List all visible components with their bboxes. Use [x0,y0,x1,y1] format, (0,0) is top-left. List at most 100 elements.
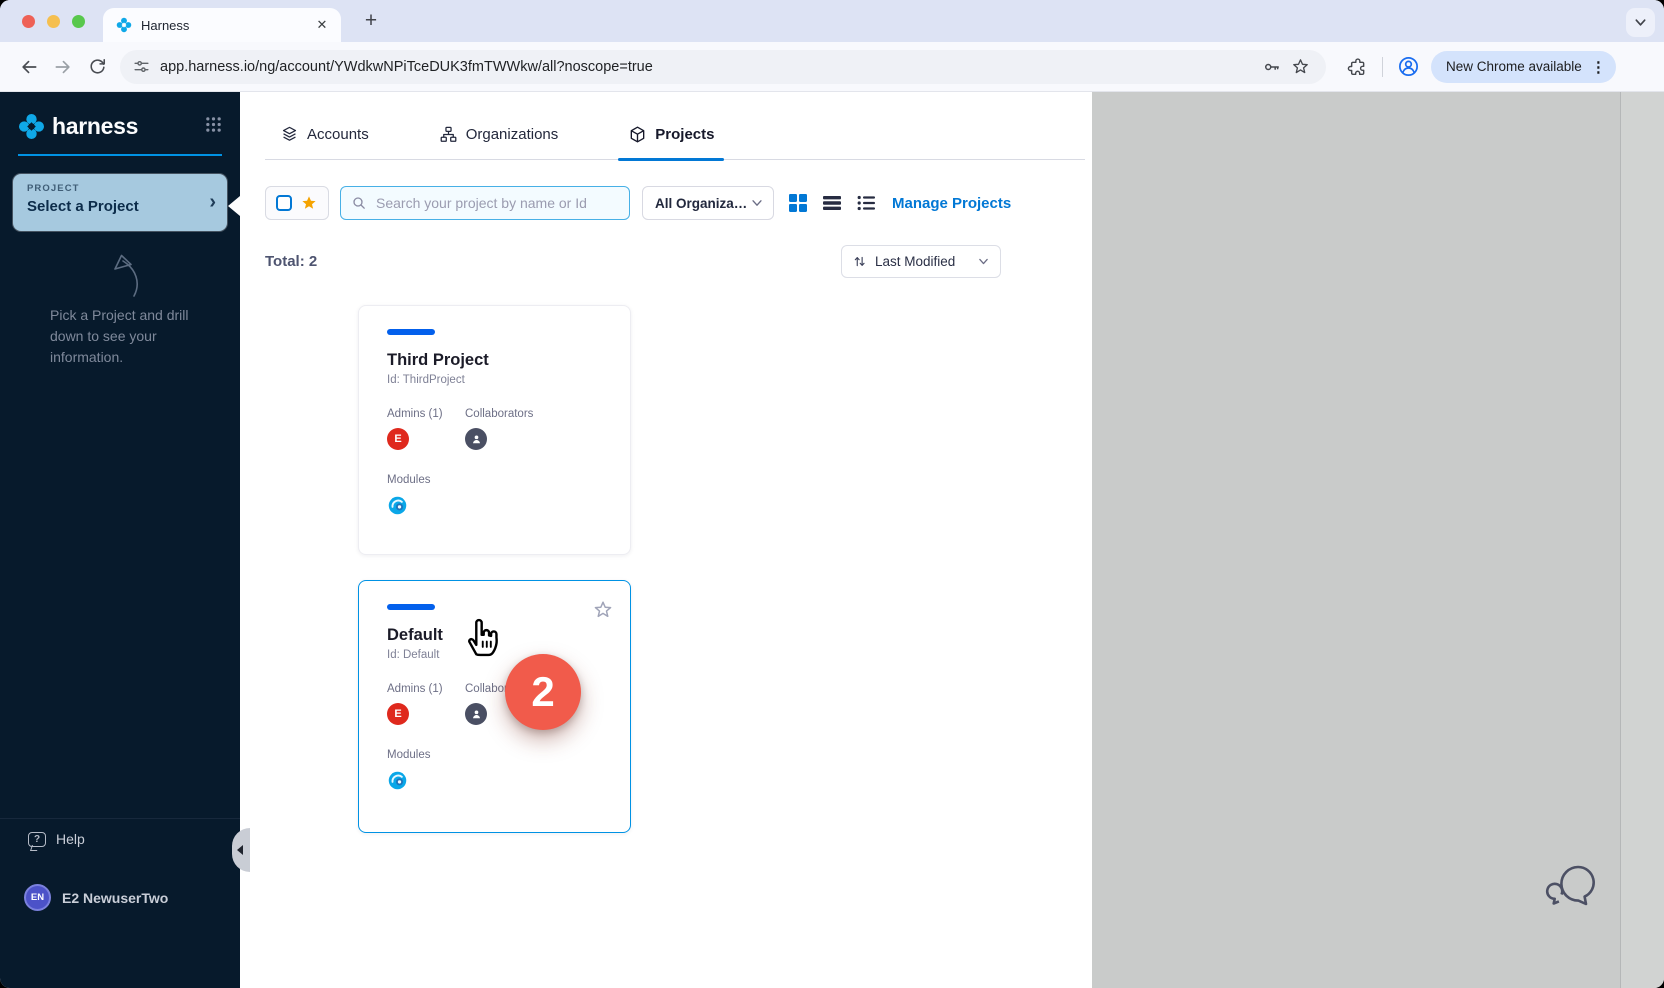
tab-accounts-label: Accounts [307,126,369,143]
admins-label: Admins (1) [387,408,445,420]
sort-dropdown[interactable]: Last Modified [841,245,1001,278]
browser-tab-strip: Harness ✕ + [0,0,1664,42]
admins-label: Admins (1) [387,683,445,695]
password-manager-button[interactable] [1258,53,1286,81]
collaborators-label: Collaborators [465,408,533,420]
profile-button[interactable] [1391,50,1425,84]
browser-toolbar: app.harness.io/ng/account/YWdkwNPiTceDUK… [0,42,1664,92]
tab-accounts[interactable]: Accounts [280,110,369,159]
search-icon [351,195,367,211]
brand-wordmark: harness [52,113,138,140]
help-icon: ? [28,832,46,847]
browser-tab[interactable]: Harness ✕ [103,8,341,42]
detailed-list-view-button[interactable] [856,193,876,213]
puzzle-icon [1347,57,1367,77]
project-selector-eyebrow: PROJECT [27,183,213,194]
project-title: Third Project [387,351,602,370]
list-view-button[interactable] [822,193,842,213]
zoom-window-button[interactable] [72,15,85,28]
tab-search-button[interactable] [1626,8,1655,37]
module-chaos-icon [387,495,602,521]
modules-label: Modules [387,474,602,486]
back-button[interactable] [12,50,46,84]
browser-menu-icon[interactable]: ⋮ [1591,58,1606,76]
new-tab-button[interactable]: + [357,7,385,35]
hint-arrow-sketch [92,240,144,305]
favorites-checkbox[interactable] [276,195,292,211]
pointer-hand-cursor [462,616,500,664]
admin-avatar[interactable]: E [387,703,409,725]
module-chaos-icon [387,770,602,796]
collaborators-column: Collaborators [465,408,533,450]
favorites-filter[interactable] [265,186,329,220]
forward-button[interactable] [46,50,80,84]
organization-filter-value: All Organiza… [655,196,750,211]
organizations-tree-icon [439,125,458,144]
tab-organizations[interactable]: Organizations [439,110,559,159]
detailed-list-icon [857,194,875,212]
chat-bubbles-icon [1544,863,1602,913]
scope-tabs: Accounts Organizations Projects [265,110,1085,160]
projects-cube-icon [628,125,647,144]
project-search[interactable] [340,186,630,220]
search-input[interactable] [374,194,619,212]
grid-view-button[interactable] [788,193,808,213]
sidebar-divider [0,818,240,819]
person-icon [470,433,483,446]
tab-projects-label: Projects [655,126,714,143]
project-selector-value: Select a Project [27,198,213,215]
favorite-star-button[interactable] [592,599,614,626]
chevron-down-icon [750,196,764,210]
organization-filter-dropdown[interactable]: All Organiza… [642,186,774,220]
user-menu[interactable]: EN E2 NewuserTwo [24,884,168,911]
extensions-button[interactable] [1340,50,1374,84]
collaborator-avatar[interactable] [465,428,487,450]
app-viewport: harness PROJECT Select a Project › Pick … [0,92,1664,988]
modules-label: Modules [387,749,602,761]
tab-title: Harness [141,18,304,33]
sort-arrows-icon [852,254,867,269]
tab-projects[interactable]: Projects [628,110,714,159]
minimize-window-button[interactable] [47,15,60,28]
harness-favicon [116,17,132,33]
key-icon [1262,57,1282,77]
collaborator-avatar[interactable] [465,703,487,725]
back-arrow-icon [19,57,39,77]
empty-state-hint: Pick a Project and drill down to see you… [50,305,202,368]
tutorial-step-badge: 2 [505,654,581,730]
tab-organizations-label: Organizations [466,126,559,143]
help-button[interactable]: ? Help [28,831,85,847]
manage-projects-link[interactable]: Manage Projects [892,195,1011,212]
site-info-icon[interactable] [132,57,151,76]
address-bar[interactable]: app.harness.io/ng/account/YWdkwNPiTceDUK… [120,50,1326,84]
admin-avatar[interactable]: E [387,428,409,450]
brand-row: harness [18,113,222,140]
app-switcher-button[interactable] [205,116,222,138]
close-window-button[interactable] [22,15,35,28]
person-icon [470,708,483,721]
star-outline-icon [1291,57,1310,76]
project-selector[interactable]: PROJECT Select a Project › [13,174,227,231]
list-view-icon [823,194,841,212]
bookmark-button[interactable] [1286,53,1314,81]
user-avatar: EN [24,884,51,911]
chevron-down-icon [977,255,990,268]
main-content: Accounts Organizations Projects [240,92,1092,988]
project-people: Admins (1) E Collaborators [387,408,602,450]
right-edge-strip [1620,92,1664,988]
chevron-down-icon [1634,16,1647,29]
selector-pointer-wedge [228,196,240,216]
empty-desktop-area [1092,92,1664,988]
project-color-bar [387,329,435,335]
chat-widget-button[interactable] [1544,863,1602,918]
tab-close-icon[interactable]: ✕ [313,16,331,34]
profile-icon [1397,55,1420,78]
grid-dots-icon [205,116,222,133]
traffic-lights [0,15,103,28]
reload-button[interactable] [80,50,114,84]
url-text[interactable]: app.harness.io/ng/account/YWdkwNPiTceDUK… [160,59,1258,75]
project-id: Id: ThirdProject [387,374,602,386]
chrome-update-pill[interactable]: New Chrome available ⋮ [1431,51,1616,83]
sidebar: harness PROJECT Select a Project › Pick … [0,92,240,988]
project-card-third-project[interactable]: Third Project Id: ThirdProject Admins (1… [358,305,631,555]
